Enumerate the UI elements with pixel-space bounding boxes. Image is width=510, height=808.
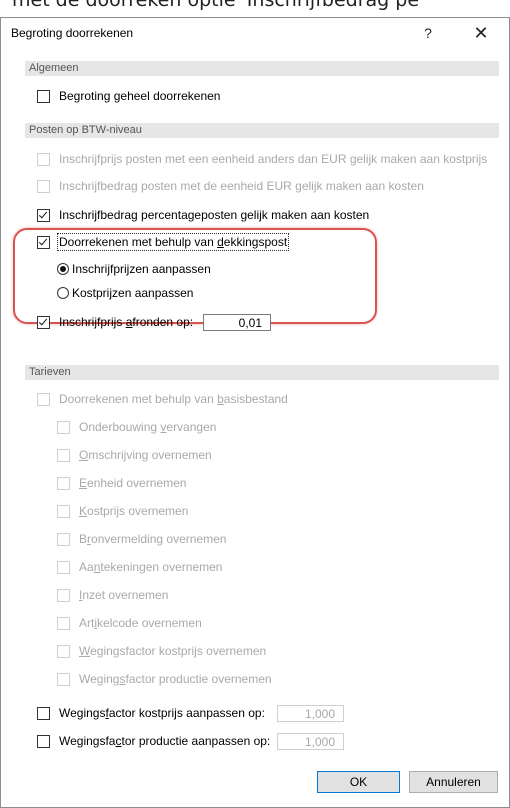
label-kostprijzen: Kostprijzen aanpassen: [72, 286, 194, 300]
checkbox-productie-aanpassen[interactable]: [37, 734, 50, 748]
label-dekkingspost: Doorrekenen met behulp van dekkingspost: [56, 233, 290, 251]
label-kostprijs: Kostprijs overnemen: [79, 504, 189, 518]
checkbox-afronden[interactable]: [37, 315, 50, 329]
label-geheel: Begroting geheel doorrekenen: [59, 89, 221, 103]
label-inschrijfprijs-eur: Inschrijfprijs posten met een eenheid an…: [59, 152, 488, 166]
radio-row-inschrijfprijzen[interactable]: Inschrijfprijzen aanpassen: [57, 260, 211, 278]
checkbox-wegingsfactor-kostprijs: [57, 644, 70, 658]
checkbox-row-afronden[interactable]: Inschrijfprijs afronden op:: [37, 313, 193, 331]
checkbox-omschrijving: [57, 448, 70, 462]
help-icon[interactable]: ?: [413, 21, 443, 45]
checkbox-percentageposten[interactable]: [37, 208, 50, 222]
checkbox-row-inschrijfbedrag-eur: Inschrijfbedrag posten met de eenheid EU…: [37, 177, 424, 195]
label-inschrijfbedrag-eur: Inschrijfbedrag posten met de eenheid EU…: [59, 179, 424, 193]
label-productie-aanpassen: Wegingsfactor productie aanpassen op:: [59, 734, 271, 748]
checkbox-wegingsfactor-productie: [57, 672, 70, 686]
section-header-tarieven: Tarieven: [25, 365, 499, 380]
label-percentageposten: Inschrijfbedrag percentageposten gelijk …: [59, 208, 370, 222]
radio-inschrijfprijzen[interactable]: [57, 263, 69, 275]
checkbox-onderbouwing: [57, 420, 70, 434]
checkbox-row-dekkingspost[interactable]: Doorrekenen met behulp van dekkingspost: [37, 233, 290, 251]
checkbox-row-inschrijfprijs-eur: Inschrijfprijs posten met een eenheid an…: [37, 150, 487, 168]
checkbox-aantekeningen: [57, 560, 70, 574]
checkbox-inschrijfbedrag-eur: [37, 179, 50, 193]
section-header-posten: Posten op BTW-niveau: [25, 123, 499, 138]
tarieven-item: Wegingsfactor productie overnemen: [57, 670, 272, 688]
label-inschrijfprijzen: Inschrijfprijzen aanpassen: [72, 262, 211, 276]
label-onderbouwing: Onderbouwing vervangen: [79, 420, 217, 434]
label-aantekeningen: Aantekeningen overnemen: [79, 560, 223, 574]
checkbox-row-percentageposten[interactable]: Inschrijfbedrag percentageposten gelijk …: [37, 206, 369, 224]
checkbox-row-geheel[interactable]: Begroting geheel doorrekenen: [37, 87, 220, 105]
checkbox-basisbestand: [37, 392, 50, 406]
tarieven-item: Kostprijs overnemen: [57, 502, 188, 520]
checkbox-geheel[interactable]: [37, 89, 50, 103]
tarieven-item: Onderbouwing vervangen: [57, 418, 216, 436]
radio-row-kostprijzen[interactable]: Kostprijzen aanpassen: [57, 284, 193, 302]
label-inzet: Inzet overnemen: [79, 588, 169, 602]
background-document-text: met de doorreken optie 'Inschrijfbedrag …: [12, 0, 420, 11]
checkbox-row-productie-aanpassen[interactable]: Wegingsfactor productie aanpassen op:: [37, 732, 270, 750]
label-eenheid: Eenheid overnemen: [79, 476, 187, 490]
dialog-window: Begroting doorrekenen ? ✕ Algemeen Begro…: [0, 17, 510, 808]
checkbox-inzet: [57, 588, 70, 602]
label-wegingsfactor-kostprijs: Wegingsfactor kostprijs overnemen: [79, 644, 267, 658]
checkbox-inschrijfprijs-eur: [37, 152, 50, 166]
checkbox-artikelcode: [57, 616, 70, 630]
label-wegingsfactor-productie: Wegingsfactor productie overnemen: [79, 672, 272, 686]
checkbox-dekkingspost[interactable]: [37, 235, 50, 249]
close-icon[interactable]: ✕: [466, 21, 496, 45]
afronden-input[interactable]: 0,01: [203, 314, 271, 331]
label-basisbestand: Doorrekenen met behulp van basisbestand: [59, 392, 288, 406]
ok-button[interactable]: OK: [317, 771, 400, 793]
cancel-button[interactable]: Annuleren: [409, 771, 498, 793]
tarieven-item: Wegingsfactor kostprijs overnemen: [57, 642, 266, 660]
checkbox-kostprijs: [57, 504, 70, 518]
window-title: Begroting doorrekenen: [11, 26, 134, 40]
tarieven-item: Omschrijving overnemen: [57, 446, 212, 464]
tarieven-item: Eenheid overnemen: [57, 474, 186, 492]
checkbox-kostprijs-aanpassen[interactable]: [37, 706, 50, 720]
label-kostprijs-aanpassen: Wegingsfactor kostprijs aanpassen op:: [59, 706, 265, 720]
tarieven-item: Artikelcode overnemen: [57, 614, 202, 632]
checkbox-bronvermelding: [57, 532, 70, 546]
section-header-algemeen: Algemeen: [25, 61, 499, 76]
tarieven-item: Bronvermelding overnemen: [57, 530, 226, 548]
label-bronvermelding: Bronvermelding overnemen: [79, 532, 227, 546]
title-bar: Begroting doorrekenen ? ✕: [1, 18, 509, 48]
label-artikelcode: Artikelcode overnemen: [79, 616, 202, 630]
checkbox-eenheid: [57, 476, 70, 490]
productie-aanpassen-input: 1,000: [277, 733, 344, 750]
label-omschrijving: Omschrijving overnemen: [79, 448, 212, 462]
checkbox-row-basisbestand: Doorrekenen met behulp van basisbestand: [37, 390, 288, 408]
checkbox-row-kostprijs-aanpassen[interactable]: Wegingsfactor kostprijs aanpassen op:: [37, 704, 265, 722]
radio-kostprijzen[interactable]: [57, 287, 69, 299]
label-afronden: Inschrijfprijs afronden op:: [59, 315, 194, 329]
kostprijs-aanpassen-input: 1,000: [277, 705, 344, 722]
tarieven-item: Inzet overnemen: [57, 586, 168, 604]
tarieven-item: Aantekeningen overnemen: [57, 558, 222, 576]
